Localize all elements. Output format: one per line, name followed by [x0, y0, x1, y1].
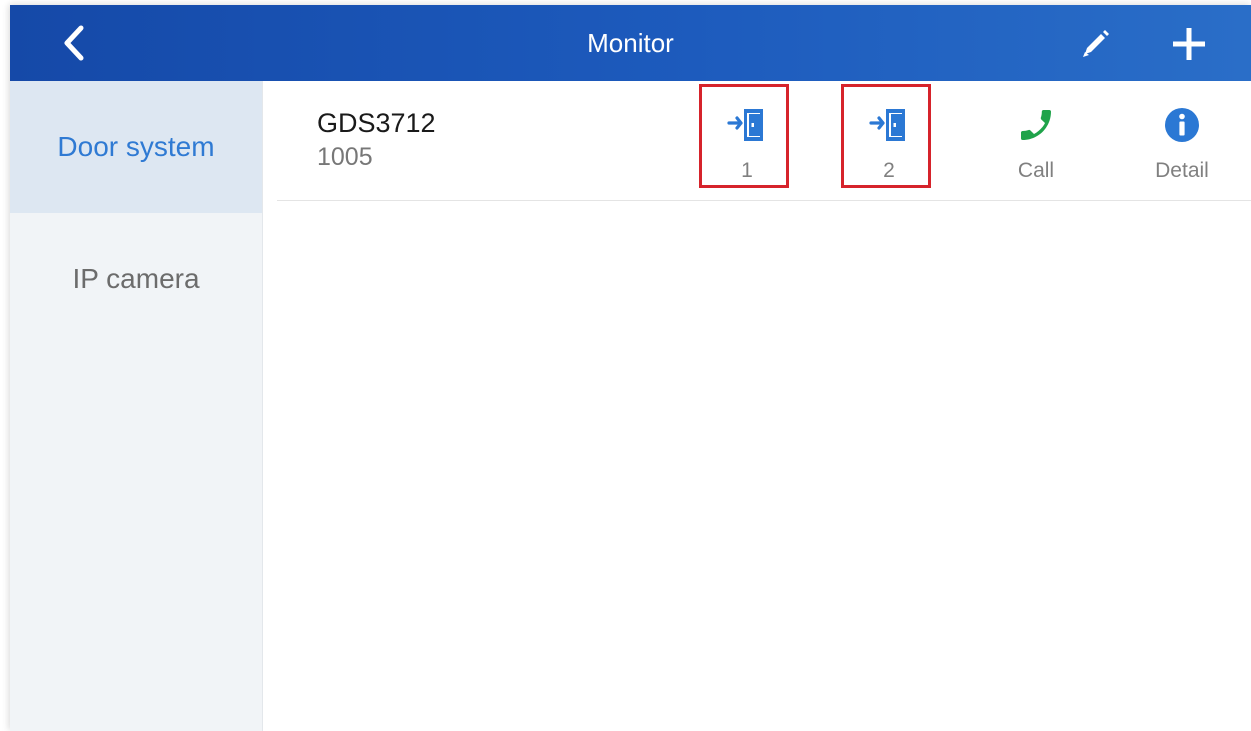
open-door-1-button[interactable]: 1	[699, 81, 795, 191]
device-row[interactable]: GDS3712 1005 1 2 Call Detail	[277, 81, 1251, 201]
chevron-left-icon	[64, 25, 84, 61]
sidebar-item-door-system[interactable]: Door system	[10, 81, 262, 213]
device-list: GDS3712 1005 1 2 Call Detail	[263, 81, 1251, 731]
sidebar: Door system IP camera	[10, 81, 263, 731]
add-button[interactable]	[1166, 21, 1212, 67]
phone-icon	[1021, 110, 1051, 140]
sidebar-item-label: IP camera	[72, 263, 200, 294]
device-name: GDS3712	[317, 108, 436, 138]
sidebar-item-ip-camera[interactable]: IP camera	[10, 213, 262, 345]
door-1-label: 1	[741, 159, 753, 182]
door-open-icon	[869, 109, 905, 141]
edit-button[interactable]	[1072, 21, 1118, 67]
door-2-label: 2	[883, 159, 895, 182]
sidebar-item-label: Door system	[57, 131, 215, 162]
back-button[interactable]	[50, 19, 98, 67]
page-title: Monitor	[587, 28, 674, 58]
detail-label: Detail	[1155, 159, 1209, 182]
monitor-screen: Monitor Door system IP camera GDS3712 10…	[10, 5, 1251, 731]
call-button[interactable]: Call	[988, 81, 1084, 191]
call-label: Call	[1017, 159, 1055, 182]
detail-button[interactable]: Detail	[1134, 81, 1230, 191]
top-bar: Monitor	[10, 5, 1251, 81]
info-icon	[1165, 108, 1199, 142]
door-open-icon	[727, 109, 763, 141]
plus-icon	[1173, 28, 1205, 60]
device-number: 1005	[317, 143, 373, 171]
pencil-icon	[1083, 30, 1109, 57]
open-door-2-button[interactable]: 2	[841, 81, 937, 191]
